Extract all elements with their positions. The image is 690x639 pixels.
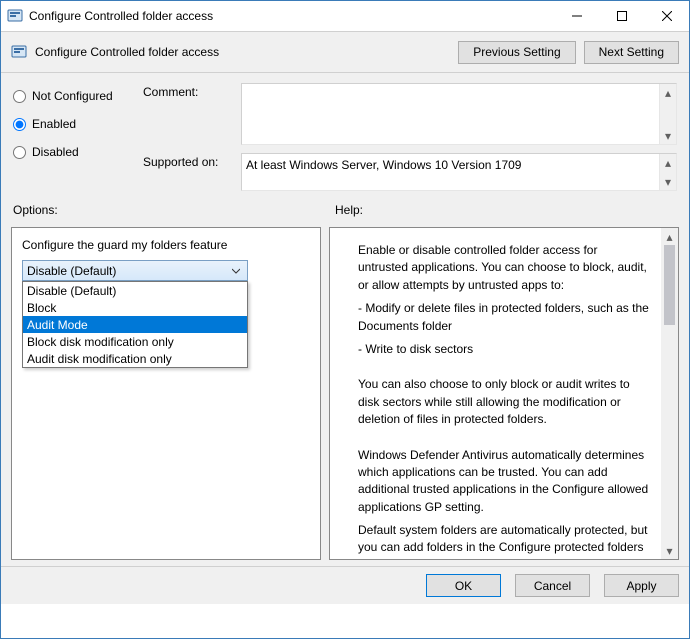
- minimize-button[interactable]: [554, 1, 599, 31]
- radio-disabled-input[interactable]: [13, 146, 26, 159]
- radio-enabled-input[interactable]: [13, 118, 26, 131]
- scrollbar-track[interactable]: [661, 325, 678, 542]
- radio-disabled-label: Disabled: [32, 145, 79, 159]
- radio-enabled[interactable]: Enabled: [13, 117, 143, 131]
- radio-not-configured-input[interactable]: [13, 90, 26, 103]
- close-button[interactable]: [644, 1, 689, 31]
- apply-button[interactable]: Apply: [604, 574, 679, 597]
- scroll-up-icon[interactable]: ▴: [660, 84, 676, 101]
- comment-label: Comment:: [143, 83, 233, 145]
- toolbar-heading: Configure Controlled folder access: [35, 45, 219, 59]
- options-caption: Configure the guard my folders feature: [22, 238, 310, 252]
- help-p: Default system folders are automatically…: [348, 522, 649, 559]
- dropdown-item[interactable]: Audit Mode: [23, 316, 247, 333]
- chevron-down-icon: [229, 267, 243, 275]
- maximize-button[interactable]: [599, 1, 644, 31]
- help-section-label: Help:: [335, 203, 363, 217]
- footer: OK Cancel Apply: [1, 566, 689, 604]
- help-p: - Modify or delete files in protected fo…: [348, 300, 649, 335]
- toolbar: Configure Controlled folder access Previ…: [1, 31, 689, 73]
- radio-not-configured-label: Not Configured: [32, 89, 113, 103]
- scroll-down-icon[interactable]: ▾: [661, 542, 678, 559]
- section-labels: Options: Help:: [1, 199, 689, 221]
- supported-wrap: ▴ ▾: [241, 153, 677, 191]
- help-p: - Write to disk sectors: [348, 341, 649, 358]
- scrollbar-thumb[interactable]: [664, 245, 675, 325]
- guard-mode-dropdown[interactable]: Disable (Default) Block Audit Mode Block…: [22, 281, 248, 368]
- previous-setting-button[interactable]: Previous Setting: [458, 41, 575, 64]
- help-p: You can also choose to only block or aud…: [348, 376, 649, 428]
- scroll-up-icon[interactable]: ▴: [661, 228, 678, 245]
- comment-wrap: ▴ ▾: [241, 83, 677, 145]
- cancel-button[interactable]: Cancel: [515, 574, 590, 597]
- help-scrollbar[interactable]: ▴ ▾: [661, 228, 678, 559]
- help-text: Enable or disable controlled folder acce…: [330, 228, 661, 559]
- options-section-label: Options:: [13, 203, 335, 217]
- guard-mode-selected-value: Disable (Default): [27, 264, 116, 278]
- supported-label: Supported on:: [143, 153, 233, 191]
- guard-mode-select-box[interactable]: Disable (Default): [22, 260, 248, 281]
- window-title: Configure Controlled folder access: [29, 9, 554, 23]
- help-p: Windows Defender Antivirus automatically…: [348, 447, 649, 517]
- supported-textarea: [242, 154, 659, 190]
- scroll-down-icon[interactable]: ▾: [660, 127, 676, 144]
- comment-scrollbar[interactable]: ▴ ▾: [659, 84, 676, 144]
- radio-disabled[interactable]: Disabled: [13, 145, 143, 159]
- radio-not-configured[interactable]: Not Configured: [13, 89, 143, 103]
- guard-mode-select[interactable]: Disable (Default) Disable (Default) Bloc…: [22, 260, 248, 281]
- scroll-up-icon[interactable]: ▴: [660, 154, 676, 171]
- options-panel: Configure the guard my folders feature D…: [11, 227, 321, 560]
- next-setting-button[interactable]: Next Setting: [584, 41, 679, 64]
- supported-scrollbar[interactable]: ▴ ▾: [659, 154, 676, 190]
- ok-button[interactable]: OK: [426, 574, 501, 597]
- state-radio-group: Not Configured Enabled Disabled: [13, 83, 143, 191]
- app-icon: [7, 8, 23, 24]
- lower-panel: Configure the guard my folders feature D…: [1, 221, 689, 566]
- policy-icon: [11, 44, 27, 60]
- help-panel: Enable or disable controlled folder acce…: [329, 227, 679, 560]
- scroll-down-icon[interactable]: ▾: [660, 173, 676, 190]
- radio-enabled-label: Enabled: [32, 117, 76, 131]
- dropdown-item[interactable]: Block: [23, 299, 247, 316]
- dropdown-item[interactable]: Disable (Default): [23, 282, 247, 299]
- titlebar: Configure Controlled folder access: [1, 1, 689, 31]
- comment-textarea[interactable]: [242, 84, 659, 144]
- dropdown-item[interactable]: Audit disk modification only: [23, 350, 247, 367]
- help-p: Enable or disable controlled folder acce…: [348, 242, 649, 294]
- dropdown-item[interactable]: Block disk modification only: [23, 333, 247, 350]
- upper-panel: Not Configured Enabled Disabled Comment:…: [1, 73, 689, 199]
